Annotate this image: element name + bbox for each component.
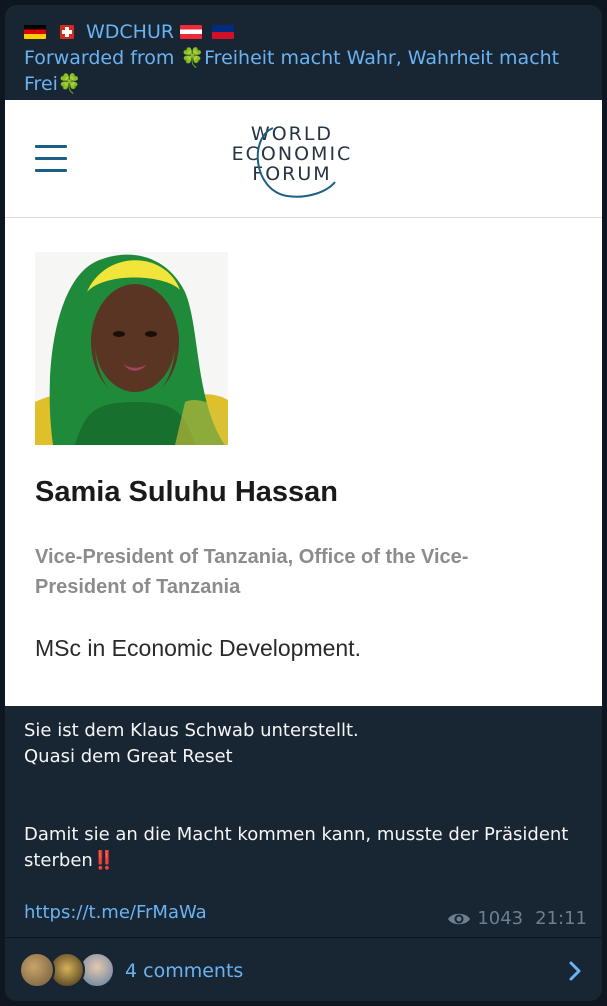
portrait-photo	[35, 252, 228, 445]
person-degree: MSc in Economic Development.	[35, 635, 361, 661]
message-line: Quasi dem Great Reset	[24, 746, 233, 767]
person-name: Samia Suluhu Hassan	[35, 476, 338, 508]
channel-line[interactable]: WDCHUR	[24, 19, 584, 45]
message-line: Damit sie an die Macht kommen kann, muss…	[24, 822, 589, 874]
chevron-right-icon[interactable]	[568, 960, 582, 982]
attached-image[interactable]: WORLD ECONOMIC FORUM Samia Suluhu Hassan…	[5, 100, 602, 706]
menu-icon[interactable]	[35, 145, 67, 173]
message-time: 21:11	[535, 908, 587, 929]
flag-germany-icon	[24, 25, 46, 39]
message-meta: 1043 21:11	[447, 908, 587, 929]
wef-logo: WORLD ECONOMIC FORUM	[227, 124, 357, 204]
logo-arc-icon	[256, 127, 336, 198]
forwarded-prefix: Forwarded from	[24, 47, 181, 69]
flag-austria-icon	[180, 25, 203, 39]
forwarded-from[interactable]: Forwarded from 🍀Freiheit macht Wahr, Wah…	[24, 45, 584, 97]
flag-switzerland-icon	[60, 25, 74, 39]
eye-icon	[448, 913, 471, 924]
clover-icon: 🍀	[180, 47, 205, 69]
person-role: Vice-President of Tanzania, Office of th…	[35, 546, 469, 598]
wef-header: WORLD ECONOMIC FORUM	[5, 100, 602, 218]
view-count: 1043	[477, 908, 524, 929]
message-bubble: WDCHUR Forwarded from 🍀Freiheit macht Wa…	[5, 5, 602, 1001]
clover-icon: 🍀	[57, 73, 82, 95]
comments-bar[interactable]: 4 comments	[5, 938, 602, 1001]
message-header: WDCHUR Forwarded from 🍀Freiheit macht Wa…	[24, 19, 584, 97]
double-exclamation-icon: ‼️	[92, 850, 116, 871]
comments-label[interactable]: 4 comments	[125, 960, 243, 982]
channel-link[interactable]: https://t.me/FrMaWa	[24, 902, 207, 923]
message-text: Sie ist dem Klaus Schwab unterstellt. Qu…	[24, 718, 589, 874]
message-line: Sie ist dem Klaus Schwab unterstellt.	[24, 720, 359, 741]
channel-name[interactable]: WDCHUR	[86, 21, 174, 43]
avatar	[19, 952, 55, 988]
flag-liechtenstein-icon	[212, 25, 235, 39]
